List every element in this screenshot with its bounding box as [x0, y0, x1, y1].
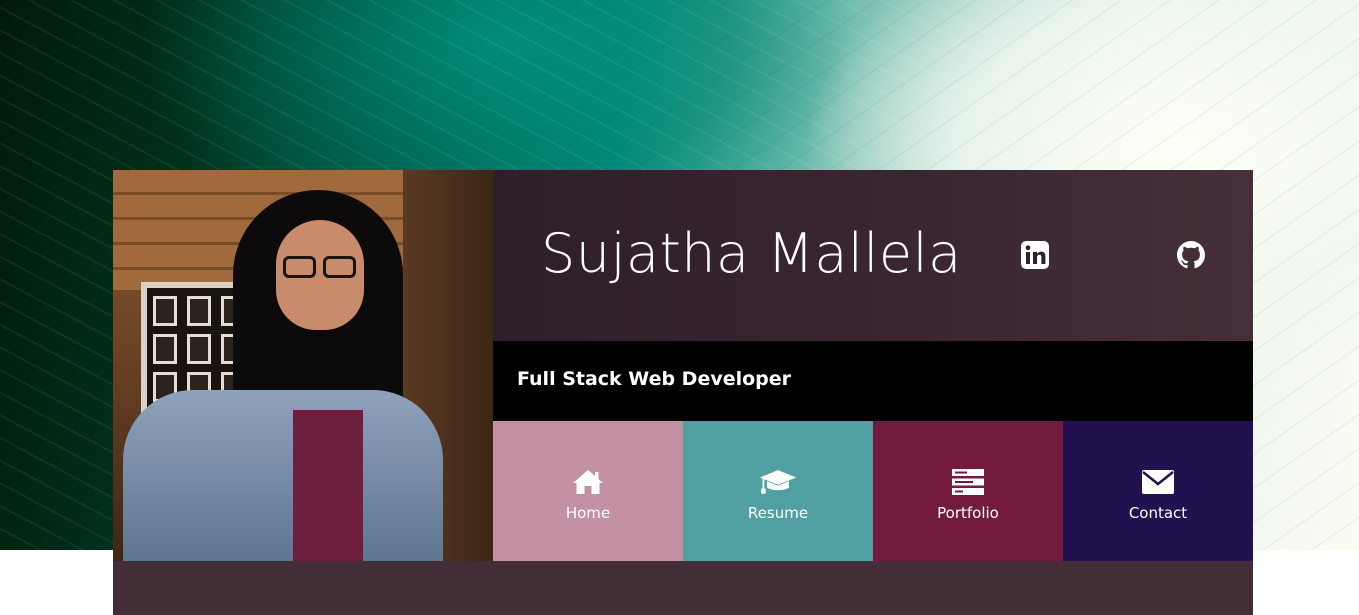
profile-photo — [113, 170, 493, 561]
linkedin-link[interactable] — [1020, 240, 1050, 270]
profile-card: Sujatha Mallela Full Stack Web Developer — [113, 170, 1253, 615]
github-icon — [1177, 241, 1205, 269]
home-icon — [568, 466, 608, 498]
github-link[interactable] — [1176, 240, 1206, 270]
header-panel: Sujatha Mallela — [493, 170, 1253, 341]
server-icon — [948, 466, 988, 498]
nav-portfolio-label: Portfolio — [937, 504, 999, 522]
nav-portfolio[interactable]: Portfolio — [873, 421, 1063, 561]
nav-home-label: Home — [565, 504, 611, 522]
nav-contact[interactable]: Contact — [1063, 421, 1253, 561]
main-nav: Home Resume Portfolio Contact — [493, 421, 1253, 561]
nav-contact-label: Contact — [1128, 504, 1188, 522]
profile-tagline: Full Stack Web Developer — [517, 368, 792, 390]
nav-resume-label: Resume — [747, 504, 809, 522]
profile-name: Sujatha Mallela — [541, 222, 962, 285]
nav-resume[interactable]: Resume — [683, 421, 873, 561]
tagline-bar: Full Stack Web Developer — [493, 341, 1253, 421]
envelope-icon — [1138, 466, 1178, 498]
graduation-cap-icon — [758, 466, 798, 498]
linkedin-icon — [1021, 241, 1049, 269]
nav-home[interactable]: Home — [493, 421, 683, 561]
